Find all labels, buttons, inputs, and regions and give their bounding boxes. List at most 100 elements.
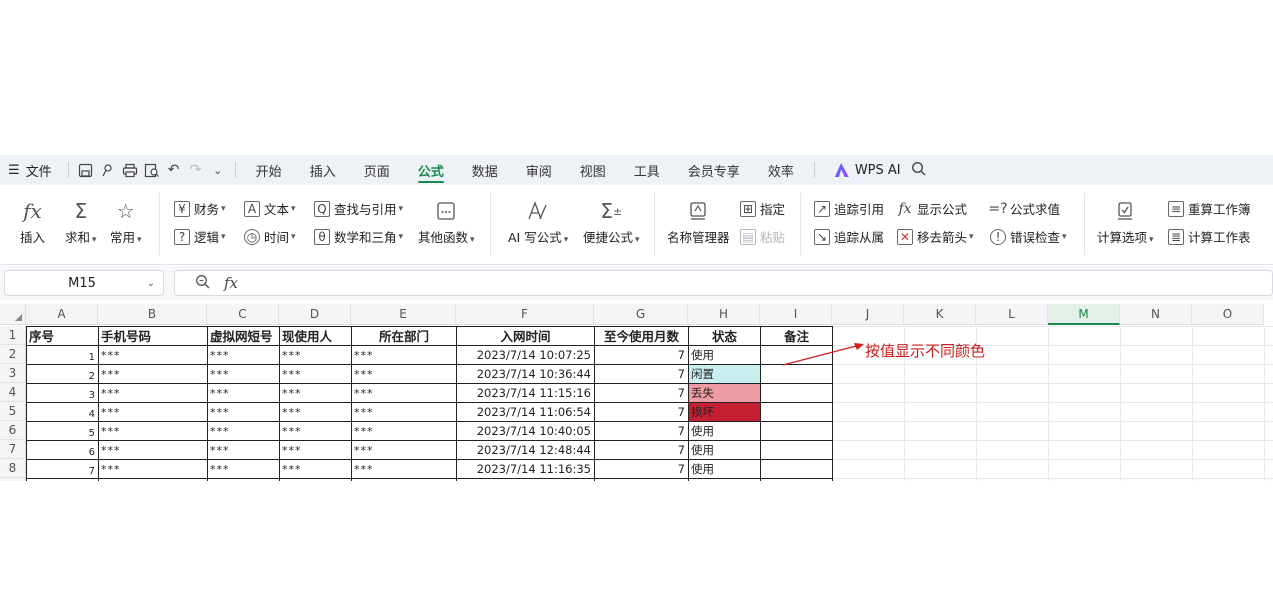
cell-status[interactable]: 使用 <box>689 460 759 478</box>
cell-months[interactable]: 7 <box>595 346 687 364</box>
cell-idx[interactable]: 1 <box>27 346 97 364</box>
print-preview-icon[interactable] <box>141 155 163 185</box>
cell-dept[interactable]: *** <box>352 403 455 421</box>
cell-months[interactable]: 7 <box>595 460 687 478</box>
column-header-k[interactable]: K <box>904 304 976 325</box>
undo-icon[interactable]: ↶ <box>163 155 185 185</box>
cell-user[interactable]: *** <box>280 365 350 383</box>
header-cell[interactable]: 入网时间 <box>457 326 594 345</box>
row-header-4[interactable]: 4 <box>0 383 26 402</box>
column-header-h[interactable]: H <box>688 304 760 325</box>
recalc-workbook-button[interactable]: ≡ 重算工作簿 <box>1168 199 1251 218</box>
tab-formula[interactable]: 公式 <box>404 155 458 185</box>
cell-phone[interactable]: *** <box>99 460 206 478</box>
header-cell[interactable]: 虚拟网短号 <box>208 326 279 345</box>
cell-phone[interactable]: *** <box>99 384 206 402</box>
cell-short[interactable]: *** <box>208 346 278 364</box>
row-header-1[interactable]: 1 <box>0 326 26 345</box>
lookup-reference-button[interactable]: Q 查找与引用 ▾ <box>314 199 403 218</box>
tab-efficiency[interactable]: 效率 <box>754 155 808 185</box>
cell-date[interactable]: 2023/7/14 11:15:16 <box>457 384 593 402</box>
cell-phone[interactable]: *** <box>99 365 206 383</box>
cell-user[interactable]: *** <box>280 403 350 421</box>
cell-date[interactable]: 2023/7/14 10:36:44 <box>457 365 593 383</box>
cell-date-partial[interactable] <box>457 479 593 481</box>
cell-dept[interactable]: *** <box>352 460 455 478</box>
row-header-2[interactable]: 2 <box>0 345 26 364</box>
assign-name-button[interactable]: ⊞ 指定 <box>740 199 785 218</box>
tab-data[interactable]: 数据 <box>458 155 512 185</box>
cell-user[interactable]: *** <box>280 460 350 478</box>
header-cell[interactable]: 状态 <box>689 326 760 345</box>
cell-user[interactable]: *** <box>280 346 350 364</box>
common-functions-button[interactable]: ☆ 常用 ▾ <box>110 197 142 246</box>
cell-user[interactable]: *** <box>280 422 350 440</box>
calc-options-button[interactable]: 计算选项 ▾ <box>1097 197 1154 246</box>
cell-status[interactable]: 丢失 <box>689 384 759 402</box>
row-header-8[interactable]: 8 <box>0 459 26 478</box>
column-header-f[interactable]: F <box>456 304 594 325</box>
cell-short[interactable]: *** <box>208 403 278 421</box>
cell-dept[interactable]: *** <box>352 422 455 440</box>
cell-phone[interactable]: *** <box>99 403 206 421</box>
cell-phone[interactable]: *** <box>99 346 206 364</box>
tab-member[interactable]: 会员专享 <box>674 155 754 185</box>
header-cell[interactable]: 手机号码 <box>99 326 207 345</box>
fx-label[interactable]: fx <box>224 274 238 292</box>
header-cell[interactable]: 至今使用月数 <box>595 326 688 345</box>
insert-function-button[interactable]: fx 插入 <box>20 197 45 246</box>
cell-dept[interactable]: *** <box>352 441 455 459</box>
cell-idx[interactable]: 4 <box>27 403 97 421</box>
cell-idx[interactable]: 3 <box>27 384 97 402</box>
tab-page[interactable]: 页面 <box>350 155 404 185</box>
cell-short[interactable]: *** <box>208 365 278 383</box>
paste-name-button[interactable]: ▤ 粘贴 <box>740 227 785 246</box>
cell-date[interactable]: 2023/7/14 10:40:05 <box>457 422 593 440</box>
cell-user[interactable]: *** <box>280 384 350 402</box>
other-functions-button[interactable]: 其他函数 ▾ <box>418 197 475 246</box>
tab-insert[interactable]: 插入 <box>296 155 350 185</box>
cell-short[interactable]: *** <box>208 422 278 440</box>
tab-view[interactable]: 视图 <box>566 155 620 185</box>
cell-months[interactable]: 7 <box>595 403 687 421</box>
cell-date[interactable]: 2023/7/14 11:16:35 <box>457 460 593 478</box>
tab-tools[interactable]: 工具 <box>620 155 674 185</box>
column-header-e[interactable]: E <box>351 304 456 325</box>
error-checking-button[interactable]: ! 错误检查 ▾ <box>990 227 1067 246</box>
name-box[interactable]: M15 ⌄ <box>4 270 164 296</box>
row-header-9[interactable]: 9 <box>0 478 26 481</box>
save-icon[interactable] <box>75 155 97 185</box>
evaluate-formula-button[interactable]: =? 公式求值 <box>988 199 1060 218</box>
cell-date[interactable]: 2023/7/14 10:07:25 <box>457 346 593 364</box>
column-header-c[interactable]: C <box>207 304 279 325</box>
cell-idx[interactable]: 2 <box>27 365 97 383</box>
zoom-formula-icon[interactable] <box>195 274 210 293</box>
cell-months[interactable]: 7 <box>595 441 687 459</box>
chevron-down-icon[interactable]: ⌄ <box>139 278 163 289</box>
column-header-m[interactable]: M <box>1048 304 1120 325</box>
autosum-button[interactable]: Σ 求和 ▾ <box>65 197 97 246</box>
cell-status[interactable]: 损坏 <box>689 403 759 421</box>
cell-short[interactable]: *** <box>208 460 278 478</box>
quick-formula-button[interactable]: Σ ± 便捷公式 ▾ <box>583 197 640 246</box>
name-manager-button[interactable]: 名称管理器 <box>667 197 730 246</box>
header-cell[interactable]: 所在部门 <box>352 326 456 345</box>
cell-status[interactable]: 使用 <box>689 346 759 364</box>
cell-user[interactable]: *** <box>280 441 350 459</box>
cell-idx[interactable]: 6 <box>27 441 97 459</box>
show-formulas-button[interactable]: fx 显示公式 <box>897 199 967 218</box>
calc-sheet-button[interactable]: ≣ 计算工作表 <box>1168 227 1251 246</box>
share-icon[interactable] <box>97 155 119 185</box>
cell-dept[interactable]: *** <box>352 365 455 383</box>
column-header-b[interactable]: B <box>98 304 207 325</box>
column-header-i[interactable]: I <box>760 304 832 325</box>
cell-idx[interactable]: 7 <box>27 460 97 478</box>
formula-input[interactable]: fx <box>174 270 1273 296</box>
row-header-5[interactable]: 5 <box>0 402 26 421</box>
cell-status[interactable]: 使用 <box>689 441 759 459</box>
row-header-6[interactable]: 6 <box>0 421 26 440</box>
wps-ai-button[interactable]: WPS AI <box>834 163 901 178</box>
math-trig-button[interactable]: θ 数学和三角 ▾ <box>314 227 403 246</box>
cell-dept[interactable]: *** <box>352 346 455 364</box>
column-header-a[interactable]: A <box>26 304 98 325</box>
